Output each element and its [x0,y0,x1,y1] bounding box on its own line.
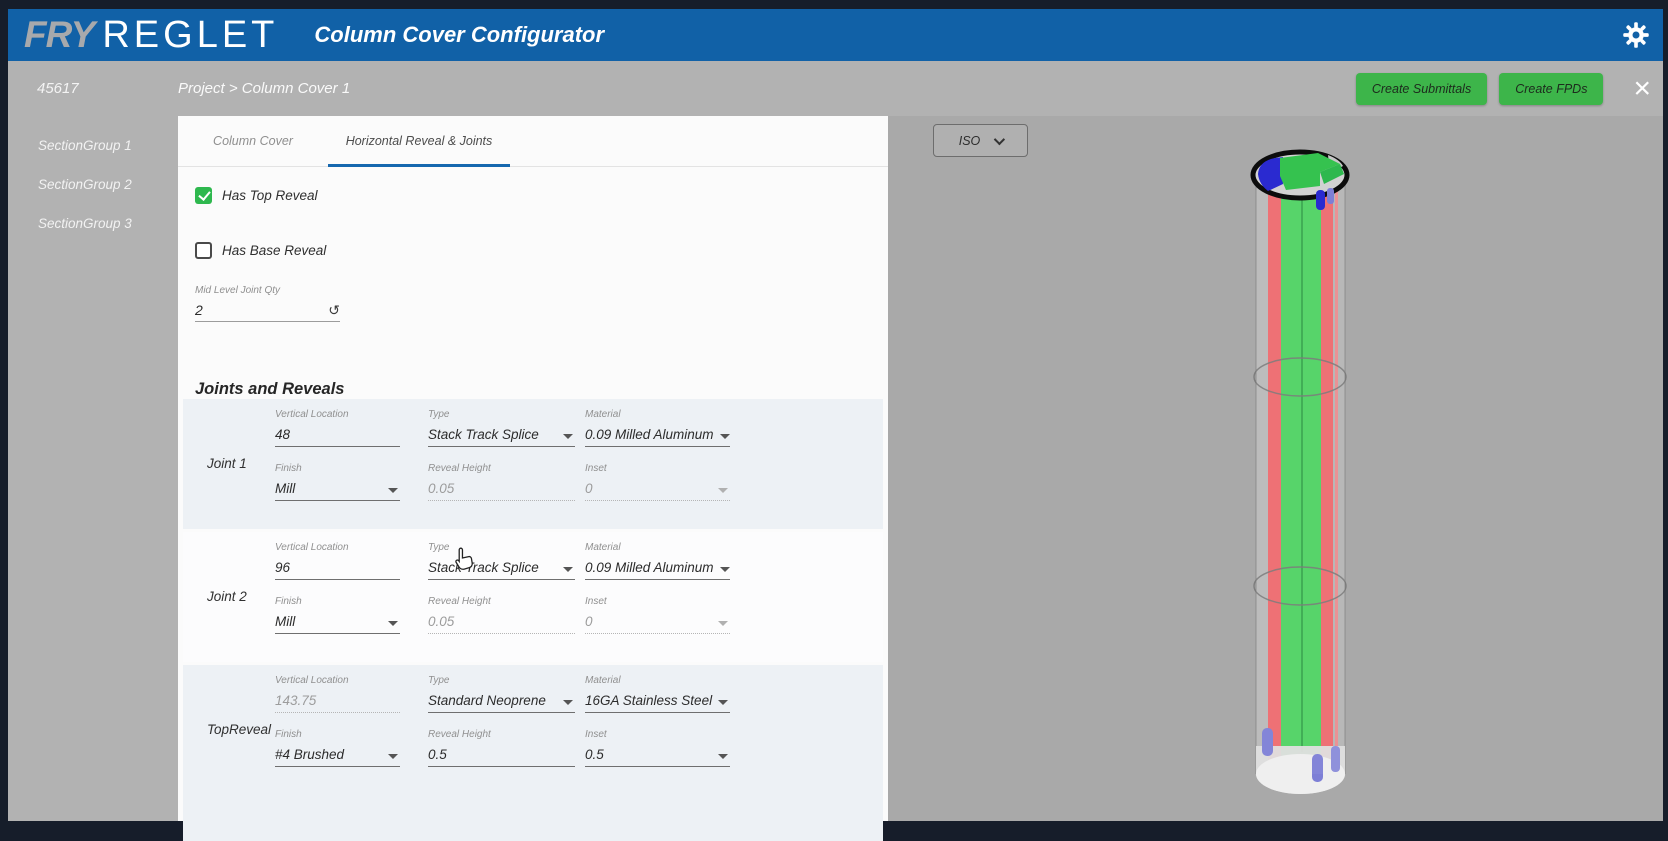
joint-2-group: Joint 2 Vertical Location 96 Type Stack … [183,532,883,662]
topreveal-finish-select[interactable]: #4 Brushed [275,742,400,767]
mid-level-joint-qty-label: Mid Level Joint Qty [195,285,340,296]
column-3d-model[interactable] [888,116,1662,820]
dropdown-caret-icon [563,567,573,572]
topreveal-type-select[interactable]: Standard Neoprene [428,688,575,713]
project-number: 45617 [37,80,79,97]
joint2-inset-select: 0 [585,609,730,634]
form-body: Has Top Reveal Has Base Reveal Mid Level… [178,167,888,841]
sidebar-item-sectiongroup-1[interactable]: SectionGroup 1 [8,126,178,165]
section-title: Joints and Reveals [195,380,871,399]
joint1-material-field: Material 0.09 Milled Aluminum [585,409,737,447]
brand-reglet-logo: REGLET [102,14,278,57]
topreveal-finish-field: Finish #4 Brushed [275,729,428,767]
subheader-bar: 45617 Project > Column Cover 1 Create Su… [8,61,1663,116]
topreveal-vertical-location-field: Vertical Location 143.75 [275,675,428,713]
joint2-finish-field: Finish Mill [275,596,428,634]
joint1-finish-field: Finish Mill [275,463,428,501]
group-name: Joint 1 [183,456,275,471]
joint1-inset-select: 0 [585,476,730,501]
joint2-material-select[interactable]: 0.09 Milled Aluminum [585,555,730,580]
joint1-finish-select[interactable]: Mill [275,476,400,501]
topreveal-type-field: Type Standard Neoprene [428,675,585,713]
topreveal-group: TopReveal Vertical Location 143.75 Type … [183,665,883,841]
model-viewport[interactable]: ISO [888,116,1663,821]
joint1-reveal-height-input: 0.05 [428,476,575,501]
joint2-finish-select[interactable]: Mill [275,609,400,634]
topreveal-inset-select[interactable]: 0.5 [585,742,730,767]
undo-icon[interactable]: ↺ [328,304,340,318]
brand-fry-logo: FRY [24,14,94,56]
joint-1-group: Joint 1 Vertical Location 48 Type Stack … [183,399,883,529]
tab-column-cover[interactable]: Column Cover [178,116,328,166]
joint1-inset-field: Inset 0 [585,463,737,501]
joint2-reveal-height-input: 0.05 [428,609,575,634]
has-top-reveal-label: Has Top Reveal [222,188,318,203]
joint2-type-select[interactable]: Stack Track Splice [428,555,575,580]
dropdown-caret-icon [563,700,573,705]
dropdown-caret-icon [718,488,728,493]
gear-icon[interactable] [1623,22,1649,48]
dropdown-caret-icon [718,700,728,705]
joint1-vertical-location-input[interactable]: 48 [275,422,400,447]
page-title: Column Cover Configurator [314,22,604,48]
joint2-vertical-location-field: Vertical Location 96 [275,542,428,580]
sidebar-item-sectiongroup-3[interactable]: SectionGroup 3 [8,204,178,243]
joint2-reveal-height-field: Reveal Height 0.05 [428,596,585,634]
create-submittals-button[interactable]: Create Submittals [1356,73,1487,105]
topreveal-reveal-height-field: Reveal Height 0.5 [428,729,585,767]
app-window: FRY REGLET Column Cover Configurator [8,9,1663,821]
joint1-material-select[interactable]: 0.09 Milled Aluminum [585,422,730,447]
topreveal-reveal-height-input[interactable]: 0.5 [428,742,575,767]
has-base-reveal-label: Has Base Reveal [222,243,326,258]
has-top-reveal-checkbox[interactable]: Has Top Reveal [195,187,871,204]
subheader-actions: Create Submittals Create FPDs × [1356,73,1655,105]
sidebar-item-sectiongroup-2[interactable]: SectionGroup 2 [8,165,178,204]
joint1-reveal-height-field: Reveal Height 0.05 [428,463,585,501]
breadcrumb: Project > Column Cover 1 [178,80,350,97]
dropdown-caret-icon [720,434,730,439]
joint1-type-select[interactable]: Stack Track Splice [428,422,575,447]
joint1-vertical-location-field: Vertical Location 48 [275,409,428,447]
mid-level-joint-qty-input[interactable]: 2 ↺ [195,298,340,322]
topreveal-material-select[interactable]: 16GA Stainless Steel [585,688,730,713]
configurator-form-panel: Column Cover Horizontal Reveal & Joints … [178,116,888,821]
joint2-inset-field: Inset 0 [585,596,737,634]
sidebar: SectionGroup 1 SectionGroup 2 SectionGro… [8,116,178,821]
dropdown-caret-icon [388,754,398,759]
checkbox-unchecked-icon[interactable] [195,242,212,259]
create-fpds-button[interactable]: Create FPDs [1499,73,1603,105]
group-name: Joint 2 [183,589,275,604]
tab-horizontal-reveal-joints[interactable]: Horizontal Reveal & Joints [328,116,510,166]
topreveal-material-field: Material 16GA Stainless Steel [585,675,737,713]
dropdown-caret-icon [563,434,573,439]
tab-bar: Column Cover Horizontal Reveal & Joints [178,116,888,167]
checkbox-checked-icon[interactable] [195,187,212,204]
close-icon[interactable]: × [1629,74,1655,104]
joint1-type-field: Type Stack Track Splice [428,409,585,447]
dropdown-caret-icon [718,621,728,626]
topreveal-inset-field: Inset 0.5 [585,729,737,767]
dropdown-caret-icon [388,488,398,493]
topreveal-vertical-location-input: 143.75 [275,688,400,713]
joint2-type-field: Type Stack Track Splice [428,542,585,580]
dropdown-caret-icon [720,567,730,572]
has-base-reveal-checkbox[interactable]: Has Base Reveal [195,242,871,259]
group-name: TopReveal [183,722,275,737]
mid-level-joint-qty-field: Mid Level Joint Qty 2 ↺ [195,285,340,322]
dropdown-caret-icon [388,621,398,626]
joint2-material-field: Material 0.09 Milled Aluminum [585,542,737,580]
joint2-vertical-location-input[interactable]: 96 [275,555,400,580]
dropdown-caret-icon [718,754,728,759]
content-area: SectionGroup 1 SectionGroup 2 SectionGro… [8,116,1663,821]
app-header: FRY REGLET Column Cover Configurator [8,9,1663,61]
